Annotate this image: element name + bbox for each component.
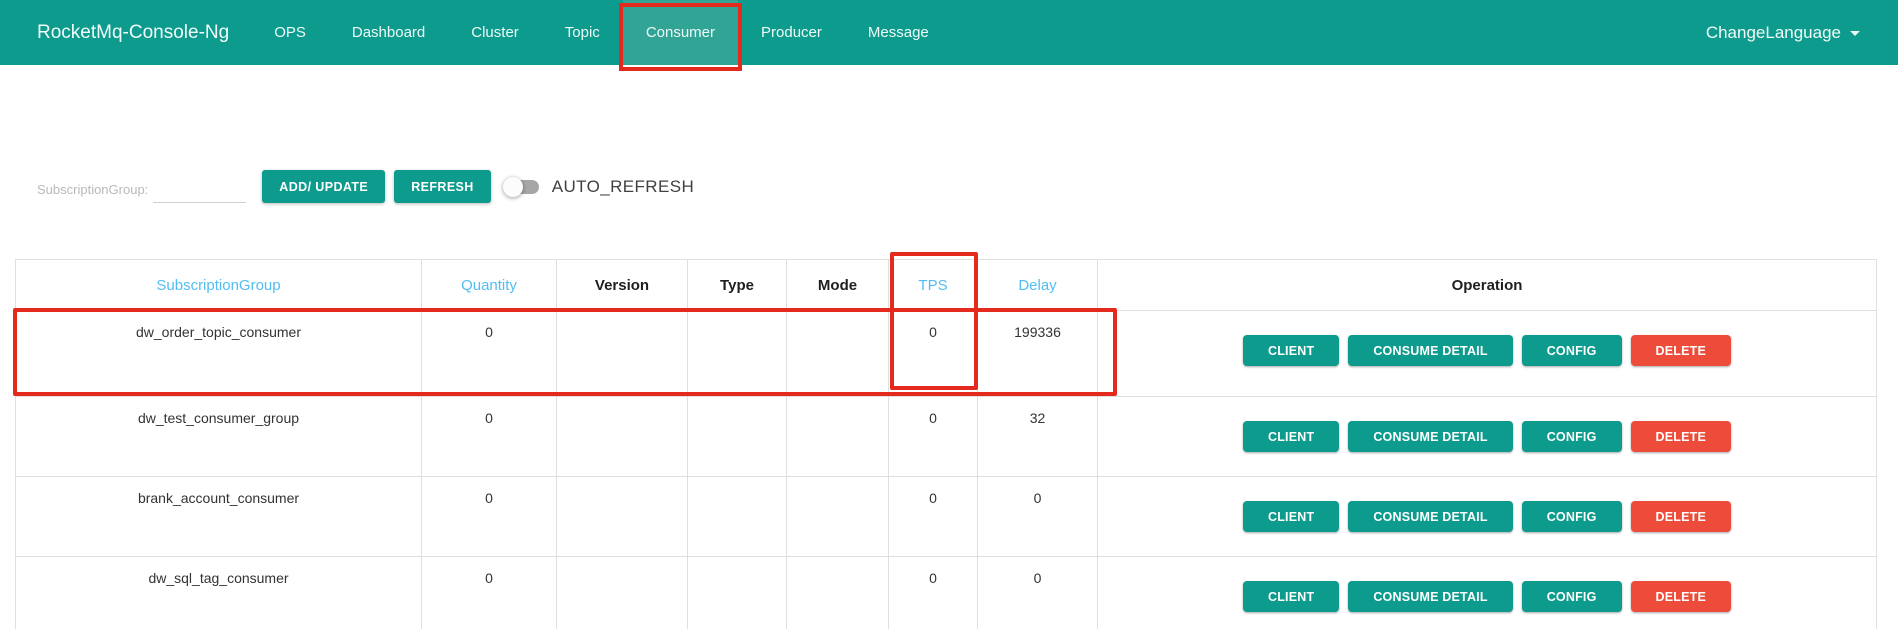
brand-title[interactable]: RocketMq-Console-Ng (37, 0, 229, 65)
consume-detail-button[interactable]: CONSUME DETAIL (1348, 581, 1512, 612)
mode-cell (787, 477, 889, 557)
column-header-operation: Operation (1098, 260, 1877, 311)
quantity-cell: 0 (422, 477, 557, 557)
tps-cell: 0 (889, 477, 978, 557)
column-header-tps[interactable]: TPS (889, 260, 978, 311)
navbar: RocketMq-Console-Ng OPS Dashboard Cluste… (0, 0, 1898, 65)
table-row: dw_sql_tag_consumer000CLIENTCONSUME DETA… (16, 557, 1877, 629)
delete-button[interactable]: DELETE (1631, 501, 1732, 532)
version-cell (557, 311, 688, 397)
consumer-page: RocketMq-Console-Ng OPS Dashboard Cluste… (0, 0, 1898, 629)
operation-cell: CLIENT CONSUME DETAIL CONFIG DELETE (1098, 557, 1877, 629)
delay-cell: 32 (978, 397, 1098, 477)
type-cell (688, 311, 787, 397)
operation-cell: CLIENT CONSUME DETAIL CONFIG DELETE (1098, 397, 1877, 477)
subscription-group-filter-label: SubscriptionGroup: (37, 182, 148, 203)
controls-bar: SubscriptionGroup: ADD/ UPDATE REFRESH A… (37, 170, 1898, 203)
type-cell (688, 477, 787, 557)
tps-cell: 0 (889, 557, 978, 629)
consume-detail-button[interactable]: CONSUME DETAIL (1348, 421, 1512, 452)
delay-cell: 0 (978, 557, 1098, 629)
auto-refresh-toggle[interactable] (507, 177, 539, 197)
consume-detail-button[interactable]: CONSUME DETAIL (1348, 335, 1512, 366)
config-button[interactable]: CONFIG (1522, 581, 1622, 612)
consumer-table-wrap: SubscriptionGroup Quantity Version Type … (15, 259, 1877, 629)
nav-item-consumer-label: Consumer (646, 24, 715, 41)
mode-cell (787, 311, 889, 397)
subscription-group-cell: dw_sql_tag_consumer (16, 557, 422, 629)
nav-item-topic[interactable]: Topic (542, 0, 623, 65)
caret-down-icon (1850, 31, 1860, 36)
subscription-group-input[interactable] (153, 181, 246, 203)
type-cell (688, 397, 787, 477)
add-update-button[interactable]: ADD/ UPDATE (262, 170, 385, 203)
subscription-group-cell: dw_order_topic_consumer (16, 311, 422, 397)
column-header-delay[interactable]: Delay (978, 260, 1098, 311)
nav-item-consumer[interactable]: Consumer (623, 0, 738, 65)
column-header-type: Type (688, 260, 787, 311)
version-cell (557, 397, 688, 477)
table-row: dw_test_consumer_group0032CLIENTCONSUME … (16, 397, 1877, 477)
table-row: dw_order_topic_consumer00199336CLIENTCON… (16, 311, 1877, 397)
auto-refresh-label: AUTO_REFRESH (552, 177, 694, 197)
change-language-dropdown[interactable]: ChangeLanguage (1706, 0, 1860, 65)
client-button[interactable]: CLIENT (1243, 581, 1339, 612)
column-header-mode: Mode (787, 260, 889, 311)
tps-cell: 0 (889, 311, 978, 397)
column-header-version: Version (557, 260, 688, 311)
config-button[interactable]: CONFIG (1522, 501, 1622, 532)
nav-item-dashboard[interactable]: Dashboard (329, 0, 448, 65)
mode-cell (787, 557, 889, 629)
version-cell (557, 557, 688, 629)
client-button[interactable]: CLIENT (1243, 501, 1339, 532)
change-language-label: ChangeLanguage (1706, 23, 1841, 43)
delay-cell: 199336 (978, 311, 1098, 397)
nav-item-producer[interactable]: Producer (738, 0, 845, 65)
mode-cell (787, 397, 889, 477)
operation-cell: CLIENT CONSUME DETAIL CONFIG DELETE (1098, 311, 1877, 397)
consumer-table-body: dw_order_topic_consumer00199336CLIENTCON… (16, 311, 1877, 629)
type-cell (688, 557, 787, 629)
consumer-table: SubscriptionGroup Quantity Version Type … (15, 259, 1877, 629)
operation-cell: CLIENT CONSUME DETAIL CONFIG DELETE (1098, 477, 1877, 557)
column-header-subscription-group[interactable]: SubscriptionGroup (16, 260, 422, 311)
consume-detail-button[interactable]: CONSUME DETAIL (1348, 501, 1512, 532)
subscription-group-cell: brank_account_consumer (16, 477, 422, 557)
delete-button[interactable]: DELETE (1631, 335, 1732, 366)
nav-menu: OPS Dashboard Cluster Topic Consumer Pro… (251, 0, 952, 65)
version-cell (557, 477, 688, 557)
delete-button[interactable]: DELETE (1631, 421, 1732, 452)
refresh-button[interactable]: REFRESH (394, 170, 491, 203)
table-row: brank_account_consumer000CLIENTCONSUME D… (16, 477, 1877, 557)
client-button[interactable]: CLIENT (1243, 335, 1339, 366)
table-header-row: SubscriptionGroup Quantity Version Type … (16, 260, 1877, 311)
tps-cell: 0 (889, 397, 978, 477)
config-button[interactable]: CONFIG (1522, 335, 1622, 366)
quantity-cell: 0 (422, 397, 557, 477)
nav-item-message[interactable]: Message (845, 0, 952, 65)
delay-cell: 0 (978, 477, 1098, 557)
nav-item-ops[interactable]: OPS (251, 0, 329, 65)
delete-button[interactable]: DELETE (1631, 581, 1732, 612)
subscription-group-cell: dw_test_consumer_group (16, 397, 422, 477)
quantity-cell: 0 (422, 557, 557, 629)
config-button[interactable]: CONFIG (1522, 421, 1622, 452)
column-header-quantity[interactable]: Quantity (422, 260, 557, 311)
client-button[interactable]: CLIENT (1243, 421, 1339, 452)
toggle-knob (503, 177, 523, 197)
nav-item-cluster[interactable]: Cluster (448, 0, 542, 65)
quantity-cell: 0 (422, 311, 557, 397)
